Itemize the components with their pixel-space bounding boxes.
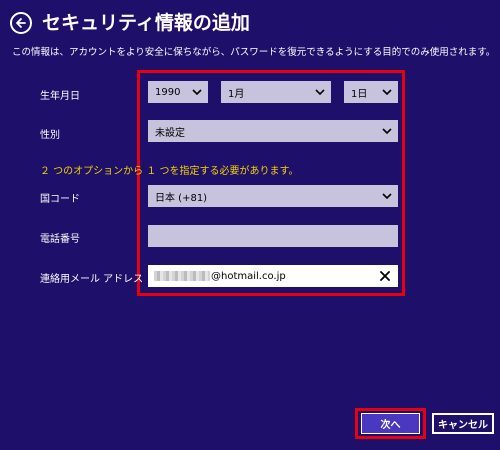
page-title: セキュリティ情報の追加 [42, 12, 250, 34]
birth-month-select[interactable]: 1月 [221, 81, 331, 103]
birth-year-value: 1990 [155, 86, 181, 98]
contact-email-input[interactable]: @hotmail.co.jp [148, 265, 398, 287]
back-arrow-icon [16, 18, 26, 28]
contact-email-label: 連絡用メール アドレス [40, 274, 144, 285]
phone-number-input[interactable] [148, 225, 398, 247]
country-code-select[interactable]: 日本 (+81) [148, 185, 398, 207]
gender-select[interactable]: 未設定 [148, 120, 398, 142]
close-icon [380, 271, 390, 281]
country-code-value: 日本 (+81) [155, 192, 208, 204]
birth-day-value: 1日 [351, 88, 368, 100]
country-code-label: 国コード [40, 194, 80, 205]
birth-month-value: 1月 [228, 88, 245, 100]
cancel-button[interactable]: キャンセル [432, 413, 494, 434]
description-text: この情報は、アカウントをより安全に保ちながら、パスワードを復元できるようにする目… [12, 47, 492, 58]
chevron-down-icon [192, 88, 202, 95]
birth-year-select[interactable]: 1990 [148, 81, 208, 103]
chevron-down-icon [382, 88, 392, 95]
back-button[interactable] [10, 12, 32, 34]
birth-day-select[interactable]: 1日 [344, 81, 398, 103]
gender-value: 未設定 [155, 127, 185, 139]
birthdate-label: 生年月日 [40, 91, 80, 102]
redacted-email-user [154, 271, 210, 281]
contact-email-value: @hotmail.co.jp [211, 270, 286, 282]
form-highlight-frame [137, 70, 405, 296]
next-button[interactable]: 次へ [361, 413, 420, 434]
clear-email-button[interactable] [379, 270, 391, 282]
chevron-down-icon [382, 127, 392, 134]
phone-number-label: 電話番号 [40, 234, 80, 245]
option-requirement-note: ２ つのオプションから １ つを指定する必要があります。 [40, 166, 299, 177]
security-info-page: セキュリティ情報の追加 この情報は、アカウントをより安全に保ちながら、パスワード… [0, 0, 500, 450]
chevron-down-icon [315, 88, 325, 95]
gender-label: 性別 [40, 130, 60, 141]
chevron-down-icon [382, 192, 392, 199]
